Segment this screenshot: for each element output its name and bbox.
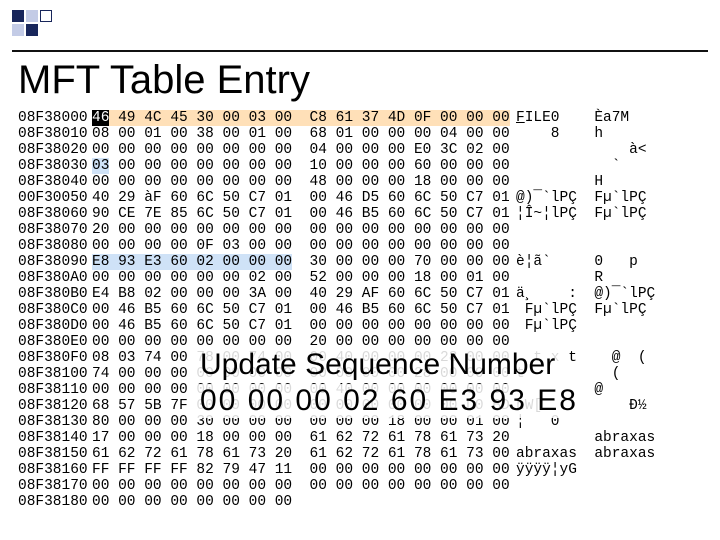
hex-bytes: 20 00 00 00 00 00 00 00 00 00 00 00 00 0… [92,222,516,238]
hex-offset: 08F38030 [18,158,92,174]
slide-decoration [12,10,52,36]
hex-row: 08F3817000 00 00 00 00 00 00 00 00 00 00… [18,478,702,494]
hex-offset: 08F38090 [18,254,92,270]
hex-ascii: abraxas abraxas [516,446,655,462]
hex-dump: 08F3800046 49 4C 45 30 00 03 00 C8 61 37… [18,110,702,510]
hex-row: 08F3802000 00 00 00 00 00 00 00 04 00 00… [18,142,702,158]
hex-ascii: FILE0 Èa7M [516,110,629,126]
callout-value: 00 00 00 02 60 E3 93 E8 [196,384,582,418]
deco-square [26,10,38,22]
callout-label: Update Sequence Number [196,348,559,382]
hex-row: 08F3808000 00 00 00 0F 03 00 00 00 00 00… [18,238,702,254]
hex-ascii: ä¸ : @)¯`lPÇ [516,286,655,302]
slide-root: MFT Table Entry 08F3800046 49 4C 45 30 0… [0,0,720,540]
hex-row: 08F3801008 00 01 00 38 00 01 00 68 01 00… [18,126,702,142]
hex-offset: 08F38110 [18,382,92,398]
hex-offset: 08F380F0 [18,350,92,366]
hex-offset: 08F38100 [18,366,92,382]
hex-offset: 00F30050 [18,190,92,206]
deco-square [26,24,38,36]
hex-row: 08F3815061 62 72 61 78 61 73 20 61 62 72… [18,446,702,462]
hex-bytes: 00 00 00 00 00 00 00 00 [92,494,516,510]
hex-offset: 08F38170 [18,478,92,494]
hex-offset: 08F38180 [18,494,92,510]
hex-row: 08F3803003 00 00 00 00 00 00 00 10 00 00… [18,158,702,174]
hex-ascii: ` [516,158,620,174]
hex-row: 08F3800046 49 4C 45 30 00 03 00 C8 61 37… [18,110,702,126]
hex-row: 08F380B0E4 B8 02 00 00 00 3A 00 40 29 AF… [18,286,702,302]
hex-ascii: H [516,174,603,190]
hex-row: 08F38090E8 93 E3 60 02 00 00 00 30 00 00… [18,254,702,270]
hex-bytes: 00 46 B5 60 6C 50 C7 01 00 00 00 00 00 0… [92,318,516,334]
hex-row: 08F3814017 00 00 00 18 00 00 00 61 62 72… [18,430,702,446]
hex-ascii: Fµ`lPÇ Fµ`lPÇ [516,302,647,318]
title-divider [12,50,708,52]
hex-offset: 08F38160 [18,462,92,478]
hex-bytes: 40 29 àF 60 6C 50 C7 01 00 46 D5 60 6C 5… [92,190,516,206]
hex-row: 08F3807020 00 00 00 00 00 00 00 00 00 00… [18,222,702,238]
hex-bytes: 08 00 01 00 38 00 01 00 68 01 00 00 00 0… [92,126,516,142]
deco-square [40,10,52,22]
hex-ascii: à< [516,142,647,158]
hex-row: 00F3005040 29 àF 60 6C 50 C7 01 00 46 D5… [18,190,702,206]
hex-offset: 08F380E0 [18,334,92,350]
hex-row: 08F380C000 46 B5 60 6C 50 C7 01 00 46 B5… [18,302,702,318]
hex-offset: 08F38150 [18,446,92,462]
hex-ascii: abraxas [516,430,655,446]
hex-ascii: ÿÿÿÿ¦yG [516,462,577,478]
hex-offset: 08F380D0 [18,318,92,334]
hex-bytes: 46 49 4C 45 30 00 03 00 C8 61 37 4D 0F 0… [92,110,516,126]
hex-ascii: ¦Î~¦lPÇ Fµ`lPÇ [516,206,647,222]
hex-bytes: 00 00 00 00 00 00 00 00 48 00 00 00 18 0… [92,174,516,190]
hex-bytes: 00 00 00 00 0F 03 00 00 00 00 00 00 00 0… [92,238,516,254]
hex-ascii: 8 h [516,126,603,142]
slide-title: MFT Table Entry [18,58,310,103]
hex-offset: 08F380A0 [18,270,92,286]
hex-offset: 08F38140 [18,430,92,446]
hex-offset: 08F38020 [18,142,92,158]
hex-offset: 08F38000 [18,110,92,126]
deco-square [12,10,24,22]
hex-bytes: FF FF FF FF 82 79 47 11 00 00 00 00 00 0… [92,462,516,478]
hex-bytes: E4 B8 02 00 00 00 3A 00 40 29 AF 60 6C 5… [92,286,516,302]
hex-ascii: è¦ã` 0 p [516,254,638,270]
hex-ascii: R [516,270,603,286]
hex-row: 08F3818000 00 00 00 00 00 00 00 [18,494,702,510]
hex-bytes: 90 CE 7E 85 6C 50 C7 01 00 46 B5 60 6C 5… [92,206,516,222]
hex-offset: 08F38070 [18,222,92,238]
hex-bytes: E8 93 E3 60 02 00 00 00 30 00 00 00 70 0… [92,254,516,270]
hex-row: 08F3806090 CE 7E 85 6C 50 C7 01 00 46 B5… [18,206,702,222]
hex-row: 08F380A000 00 00 00 00 00 02 00 52 00 00… [18,270,702,286]
hex-offset: 08F38040 [18,174,92,190]
hex-offset: 08F38130 [18,414,92,430]
hex-bytes: 61 62 72 61 78 61 73 20 61 62 72 61 78 6… [92,446,516,462]
hex-offset: 08F380B0 [18,286,92,302]
hex-row: 08F380D000 46 B5 60 6C 50 C7 01 00 00 00… [18,318,702,334]
hex-bytes: 00 46 B5 60 6C 50 C7 01 00 46 B5 60 6C 5… [92,302,516,318]
hex-offset: 08F38080 [18,238,92,254]
hex-ascii: Fµ`lPÇ [516,318,577,334]
hex-ascii: @)¯`lPÇ Fµ`lPÇ [516,190,647,206]
hex-bytes: 00 00 00 00 00 00 02 00 52 00 00 00 18 0… [92,270,516,286]
deco-square [12,24,24,36]
hex-offset: 08F38010 [18,126,92,142]
hex-bytes: 00 00 00 00 00 00 00 00 04 00 00 00 E0 3… [92,142,516,158]
hex-row: 08F38160FF FF FF FF 82 79 47 11 00 00 00… [18,462,702,478]
hex-bytes: 03 00 00 00 00 00 00 00 10 00 00 00 60 0… [92,158,516,174]
hex-offset: 08F380C0 [18,302,92,318]
hex-offset: 08F38060 [18,206,92,222]
hex-row: 08F3804000 00 00 00 00 00 00 00 48 00 00… [18,174,702,190]
hex-offset: 08F38120 [18,398,92,414]
hex-bytes: 17 00 00 00 18 00 00 00 61 62 72 61 78 6… [92,430,516,446]
hex-bytes: 00 00 00 00 00 00 00 00 00 00 00 00 00 0… [92,478,516,494]
